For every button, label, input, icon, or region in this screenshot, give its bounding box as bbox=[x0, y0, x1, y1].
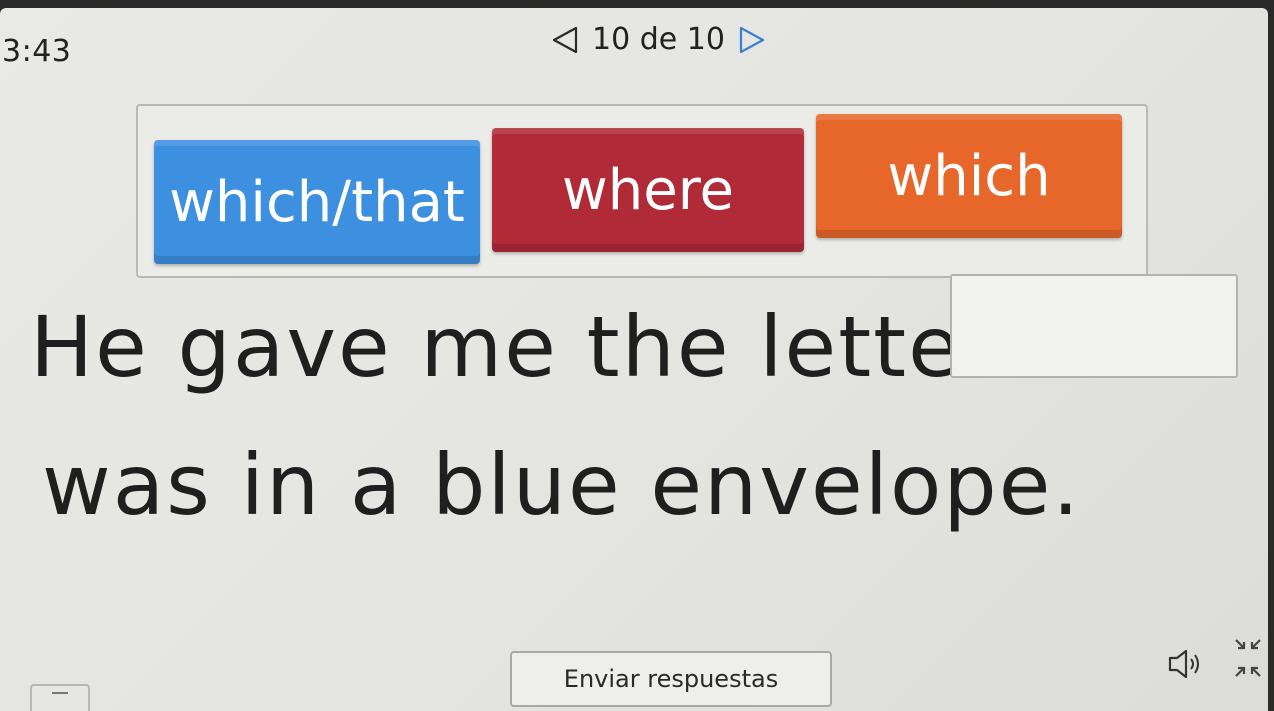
submit-answers-button[interactable]: Enviar respuestas bbox=[510, 651, 832, 707]
question-text-line-1: He gave me the letter bbox=[30, 298, 999, 396]
timer: 3:43 bbox=[2, 34, 72, 69]
answer-drop-box[interactable] bbox=[950, 274, 1238, 378]
question-counter: 10 de 10 bbox=[592, 22, 725, 57]
menu-tab-handle[interactable] bbox=[30, 684, 90, 711]
option-which[interactable]: which bbox=[816, 114, 1122, 238]
triangle-left-icon bbox=[552, 26, 578, 53]
triangle-right-icon bbox=[739, 26, 765, 53]
option-which-that[interactable]: which/that bbox=[154, 140, 480, 264]
question-pager: 10 de 10 bbox=[548, 22, 769, 57]
question-text-line-2: was in a blue envelope. bbox=[42, 436, 1082, 534]
expand-arrows-icon bbox=[1235, 639, 1261, 677]
speaker-icon bbox=[1168, 649, 1199, 679]
prev-question-button[interactable] bbox=[548, 23, 582, 57]
option-where[interactable]: where bbox=[492, 128, 804, 252]
audio-button[interactable] bbox=[1164, 644, 1204, 684]
quiz-screen: 3:43 10 de 10 which/that where which He … bbox=[0, 8, 1268, 711]
fullscreen-button[interactable] bbox=[1228, 634, 1268, 682]
next-question-button[interactable] bbox=[735, 23, 769, 57]
